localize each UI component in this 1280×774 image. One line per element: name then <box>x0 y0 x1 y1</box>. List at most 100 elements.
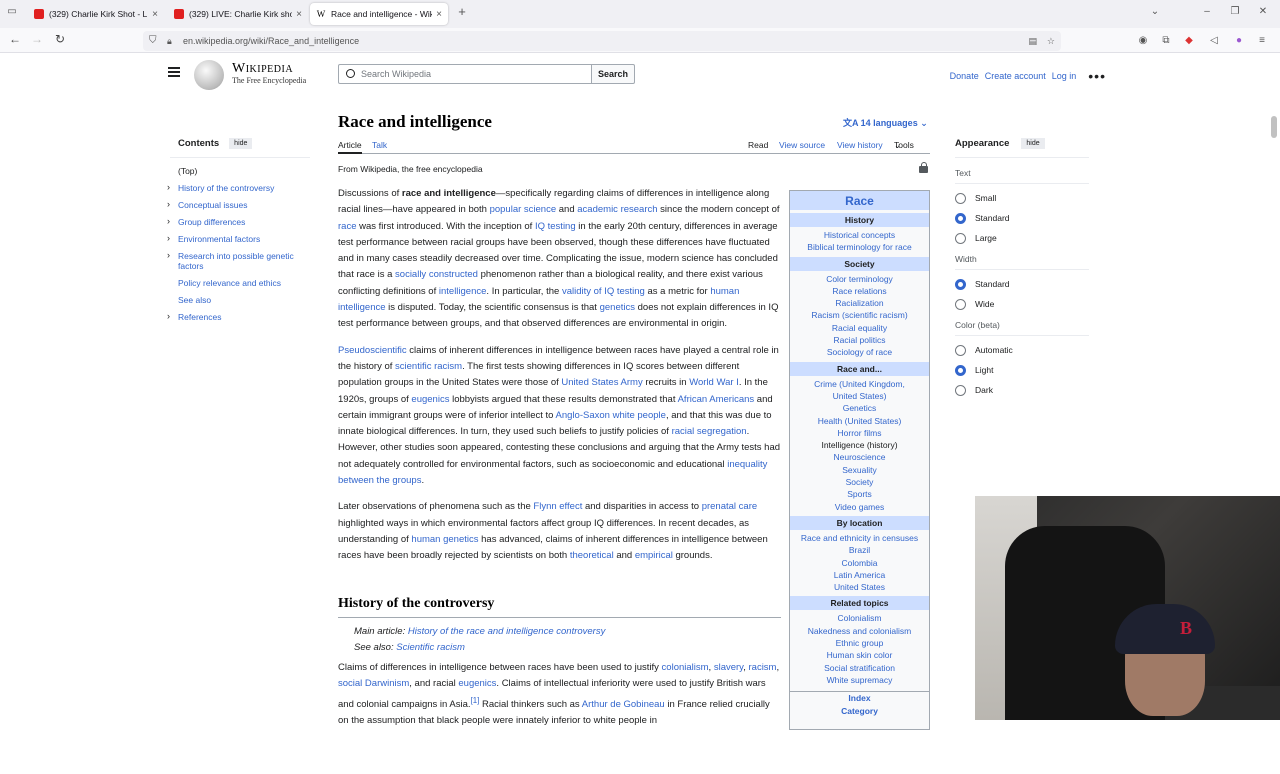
tab-talk[interactable]: Talk <box>372 140 387 150</box>
link[interactable]: social Darwinism <box>338 678 409 689</box>
link[interactable]: inequality between the groups <box>338 459 767 486</box>
audio-icon[interactable]: ◁ <box>1208 35 1220 47</box>
back-icon[interactable]: ← <box>7 32 23 46</box>
infobox-link[interactable]: Human skin color <box>790 649 929 661</box>
chevron-right-icon[interactable]: › <box>167 311 170 321</box>
infobox-link[interactable]: Race and ethnicity in censuses <box>790 532 929 544</box>
link[interactable]: racism <box>749 662 777 673</box>
toc-item[interactable]: › History of the controversy <box>167 182 310 193</box>
tab-read[interactable]: Read <box>748 140 768 150</box>
chevron-right-icon[interactable]: › <box>167 233 170 243</box>
link[interactable]: human genetics <box>411 534 478 545</box>
link[interactable]: United States Army <box>561 377 642 388</box>
search-input[interactable]: Search Wikipedia <box>338 64 592 84</box>
login-link[interactable]: Log in <box>1052 71 1077 81</box>
link[interactable]: African Americans <box>678 394 755 405</box>
infobox-link[interactable]: Horror films <box>790 427 929 439</box>
infobox-link[interactable]: Racial equality <box>790 322 929 334</box>
link[interactable]: eugenics <box>411 394 449 405</box>
radio-label[interactable]: Small <box>975 193 996 203</box>
toc-item-label[interactable]: Research into possible genetic factors <box>178 251 294 271</box>
radio-label[interactable]: Large <box>975 233 997 243</box>
infobox-link[interactable]: Sports <box>790 488 929 500</box>
radio-button[interactable] <box>955 344 966 356</box>
link[interactable]: popular science <box>490 204 557 215</box>
appearance-radio-option[interactable]: Large <box>955 232 1089 244</box>
toc-item-label[interactable]: Conceptual issues <box>178 200 247 210</box>
link[interactable]: slavery <box>714 662 743 673</box>
link[interactable]: Pseudoscientific <box>338 345 407 356</box>
protection-lock-icon[interactable] <box>919 162 928 173</box>
close-tab-icon[interactable]: × <box>152 9 158 20</box>
infobox-link[interactable]: Sociology of race <box>790 346 929 358</box>
toc-item-label[interactable]: Environmental factors <box>178 234 260 244</box>
appearance-radio-option[interactable]: Automatic <box>955 344 1089 356</box>
tab-list-icon[interactable]: ▭ <box>6 6 18 18</box>
url-bar[interactable]: ⛉ 🔒︎ en.wikipedia.org/wiki/Race_and_inte… <box>143 31 1061 51</box>
donate-link[interactable]: Donate <box>950 71 979 81</box>
toc-item-label[interactable]: Group differences <box>178 217 245 227</box>
radio-button[interactable] <box>955 192 966 204</box>
toc-item-label[interactable]: History of the controversy <box>178 183 274 193</box>
close-window-icon[interactable]: ✕ <box>1257 6 1269 18</box>
infobox-link[interactable]: Social stratification <box>790 662 929 674</box>
chevron-right-icon[interactable]: › <box>167 250 170 260</box>
browser-tab[interactable]: (329) Charlie Kirk Shot - LIVE Br × <box>28 3 164 25</box>
link[interactable]: validity of IQ testing <box>562 286 645 297</box>
bookmark-star-icon[interactable]: ☆ <box>1047 31 1055 51</box>
restore-icon[interactable]: ❐ <box>1229 6 1241 18</box>
link[interactable]: theoretical <box>570 550 614 561</box>
infobox-title[interactable]: Race <box>790 191 929 210</box>
infobox-link[interactable]: Crime (United Kingdom, <box>790 378 929 390</box>
radio-label[interactable]: Light <box>975 365 993 375</box>
infobox-link[interactable]: Society <box>790 476 929 488</box>
scrollbar-thumb[interactable] <box>1271 116 1277 138</box>
extension-icon[interactable]: ◆ <box>1183 35 1195 47</box>
infobox-link[interactable]: Historical concepts <box>790 229 929 241</box>
link[interactable]: eugenics <box>458 678 496 689</box>
reload-icon[interactable]: ↻ <box>52 32 68 46</box>
toc-item[interactable]: › Group differences <box>167 216 310 227</box>
radio-label[interactable]: Wide <box>975 299 994 309</box>
infobox-footer-link[interactable]: Index <box>790 692 929 704</box>
appearance-radio-option[interactable]: Wide <box>955 298 1089 310</box>
extension-icon[interactable]: ● <box>1233 35 1245 47</box>
infobox-link[interactable]: United States) <box>790 390 929 402</box>
infobox-link[interactable]: Neuroscience <box>790 451 929 463</box>
see-also-link[interactable]: Scientific racism <box>396 642 465 653</box>
appearance-radio-option[interactable]: Standard <box>955 278 1089 290</box>
extensions-icon[interactable]: ⧉ <box>1160 35 1172 47</box>
main-article-link[interactable]: History of the race and intelligence con… <box>408 626 606 637</box>
appearance-radio-option[interactable]: Small <box>955 192 1089 204</box>
radio-button[interactable] <box>955 232 966 244</box>
link[interactable]: human intelligence <box>338 286 739 313</box>
link[interactable]: World War I <box>689 377 739 388</box>
infobox-link[interactable]: Race relations <box>790 285 929 297</box>
chevron-down-icon[interactable]: ⌄ <box>1149 6 1161 18</box>
infobox-link[interactable]: Health (United States) <box>790 415 929 427</box>
link[interactable]: prenatal care <box>702 501 757 512</box>
close-tab-icon[interactable]: × <box>296 9 302 20</box>
more-options-icon[interactable]: ••• <box>1088 68 1106 84</box>
infobox-link[interactable]: Intelligence (history) <box>790 439 929 451</box>
infobox-link[interactable]: Ethnic group <box>790 637 929 649</box>
toc-item[interactable]: Policy relevance and ethics <box>170 278 310 288</box>
infobox-link[interactable]: Color terminology <box>790 273 929 285</box>
toc-item[interactable]: › References <box>167 311 310 322</box>
radio-label[interactable]: Standard <box>975 213 1010 223</box>
infobox-link[interactable]: Brazil <box>790 544 929 556</box>
infobox-link[interactable]: Racism (scientific racism) <box>790 309 929 321</box>
toc-item[interactable]: › Research into possible genetic factors <box>167 250 310 271</box>
tab-article[interactable]: Article <box>338 140 362 154</box>
infobox-link[interactable]: Biblical terminology for race <box>790 241 929 253</box>
infobox-link[interactable]: United States <box>790 581 929 593</box>
infobox-link[interactable]: Racialization <box>790 297 929 309</box>
link[interactable]: racial segregation <box>672 426 747 437</box>
link[interactable]: socially constructed <box>395 269 478 280</box>
link[interactable]: intelligence <box>439 286 487 297</box>
account-icon[interactable]: ◉ <box>1137 35 1149 47</box>
radio-label[interactable]: Automatic <box>975 345 1013 355</box>
radio-button[interactable] <box>955 384 966 396</box>
infobox-link[interactable]: Nakedness and colonialism <box>790 625 929 637</box>
chevron-right-icon[interactable]: › <box>167 182 170 192</box>
